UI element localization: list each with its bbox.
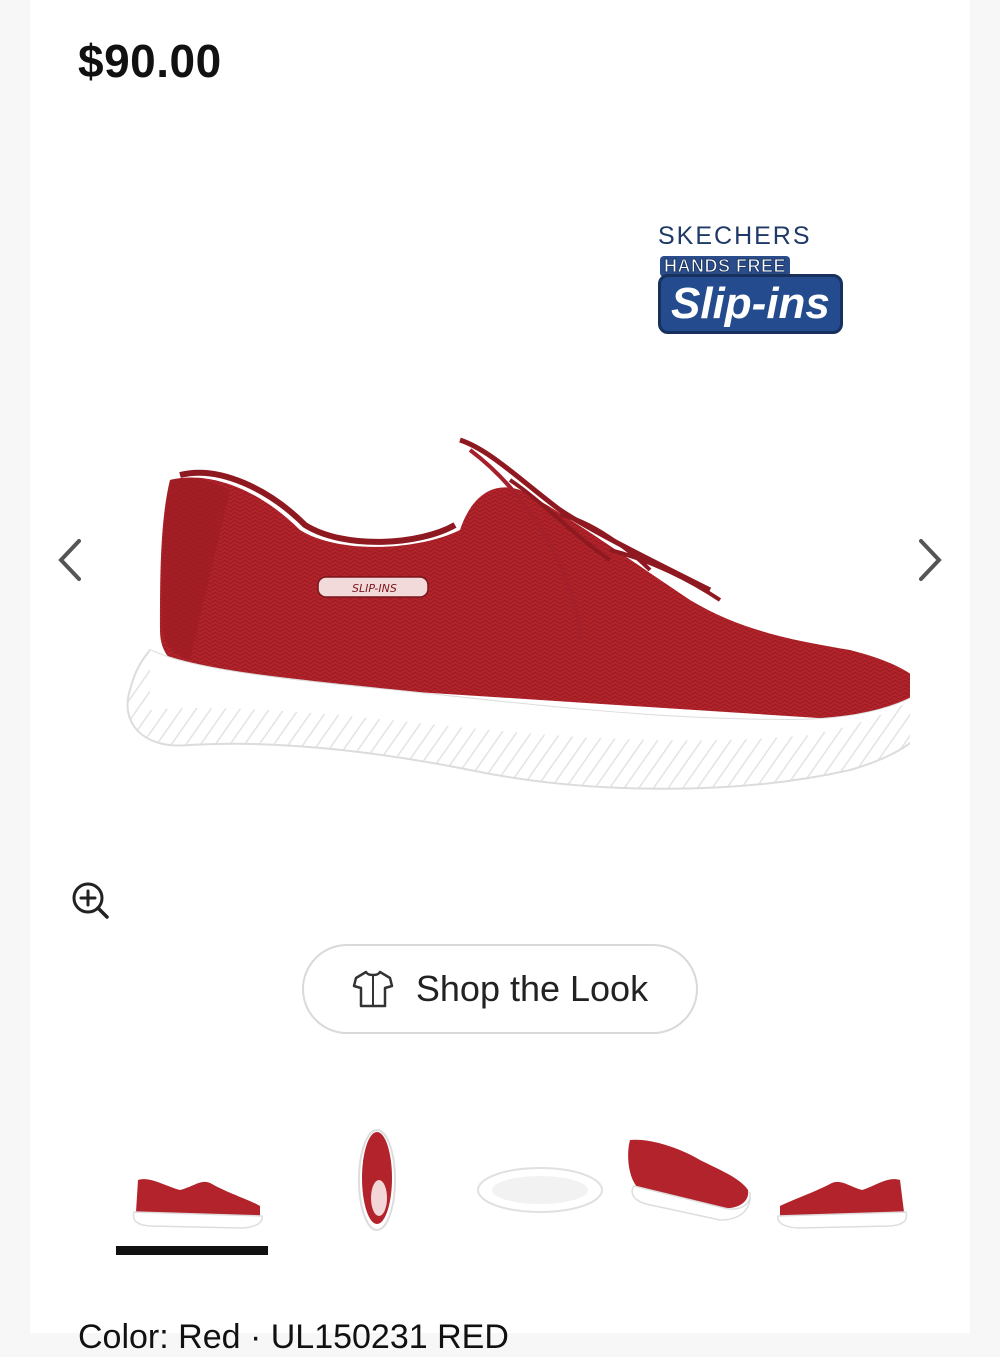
thumbnail-image	[477, 1167, 603, 1213]
thumbnail-side[interactable]	[120, 1120, 270, 1250]
thumbnail-image	[628, 1139, 751, 1221]
brand-name: SKECHERS	[658, 222, 812, 250]
thumbnail-top[interactable]	[315, 1120, 465, 1250]
active-thumbnail-indicator	[116, 1246, 268, 1255]
chevron-right-icon	[919, 539, 942, 581]
main-product-image: SLIP-INS	[90, 420, 942, 820]
zoom-button[interactable]	[70, 880, 110, 920]
svg-text:SLIP-INS: SLIP-INS	[352, 582, 397, 595]
thumbnail-strip	[110, 1120, 908, 1260]
next-image-button[interactable]	[910, 532, 950, 588]
shop-the-look-button[interactable]: Shop the Look	[302, 944, 698, 1034]
previous-image-button[interactable]	[50, 532, 90, 588]
shop-the-look-label: Shop the Look	[415, 968, 649, 1009]
thumbnail-image	[358, 1129, 396, 1231]
zoom-in-icon	[72, 882, 109, 919]
thumbnail-image	[777, 1179, 908, 1229]
thumbnail-image	[132, 1179, 263, 1229]
brand-line: Slip-ins	[658, 274, 843, 334]
thumbnail-side-alt[interactable]	[770, 1120, 920, 1250]
product-price: $90.00	[78, 35, 222, 87]
color-style-line: Color: Red · UL150231 RED	[78, 1318, 509, 1356]
brand-badge: SKECHERS HANDS FREE Slip-ins	[650, 222, 870, 342]
thumbnail-sole[interactable]	[465, 1120, 615, 1250]
chevron-left-icon	[58, 539, 81, 581]
product-page: $90.00 SKECHERS HANDS FREE Slip-ins SLIP…	[30, 0, 970, 1356]
tshirt-icon	[352, 970, 394, 1008]
thumbnail-front-angle[interactable]	[620, 1120, 770, 1250]
shoe-side-illustration: SLIP-INS	[126, 437, 942, 790]
